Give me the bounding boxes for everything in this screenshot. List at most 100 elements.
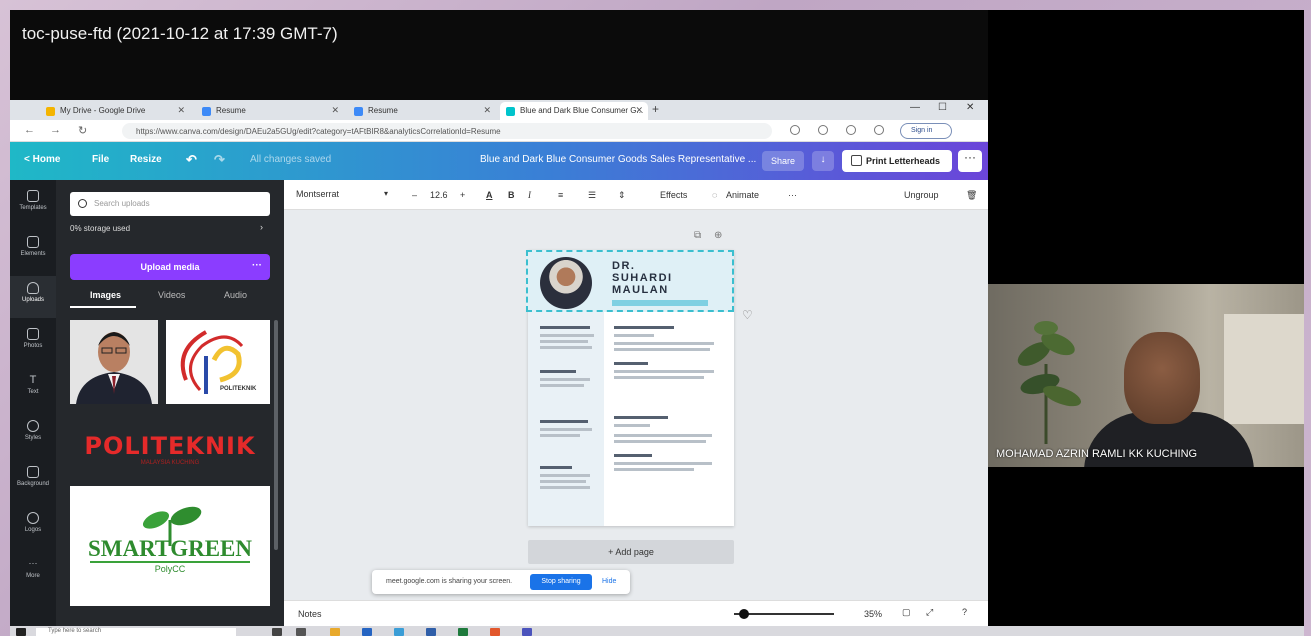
folder-icon[interactable]	[330, 628, 340, 636]
resume-page[interactable]: DR. SUHARDI MAULAN	[526, 250, 734, 526]
taskbar-app-icon[interactable]	[296, 628, 306, 636]
taskbar-app-icon[interactable]	[362, 628, 372, 636]
file-menu[interactable]: File	[92, 154, 109, 165]
windows-start-icon[interactable]	[16, 628, 26, 636]
spacing-icon[interactable]: ⇕	[618, 190, 626, 201]
upload-thumb-portrait[interactable]	[70, 320, 158, 404]
notes-button[interactable]: Notes	[298, 609, 322, 619]
upload-more-icon[interactable]: ···	[252, 260, 262, 271]
tab-close-icon[interactable]: ✕	[635, 105, 643, 116]
participant-video[interactable]: MOHAMAD AZRIN RAMLI KK KUCHING	[988, 284, 1304, 467]
taskbar-app-icon[interactable]	[272, 628, 282, 636]
reload-button[interactable]: ↻	[78, 124, 87, 137]
tab-close-icon[interactable]: ✕	[331, 105, 339, 116]
add-page-icon[interactable]: ⊕	[714, 230, 722, 241]
document-title[interactable]: Blue and Dark Blue Consumer Goods Sales …	[480, 154, 756, 165]
chrome-icon[interactable]	[490, 628, 500, 636]
maximize-button[interactable]: ☐	[938, 102, 947, 113]
align-icon[interactable]: ≡	[558, 190, 563, 200]
teams-icon[interactable]	[522, 628, 532, 636]
print-button[interactable]: Print Letterheads	[842, 150, 952, 172]
resume-heading	[614, 416, 668, 419]
upload-thumb-politeknik[interactable]: POLITEKNIK MALAYSIA KUCHING	[70, 426, 270, 472]
rail-uploads[interactable]: Uploads	[10, 276, 56, 318]
effects-button[interactable]: Effects	[660, 190, 687, 200]
rail-text[interactable]: T Text	[10, 374, 56, 395]
trash-icon[interactable]: 🗑	[966, 190, 977, 201]
rail-background[interactable]: Background	[10, 466, 56, 487]
redo-icon[interactable]: ↷	[214, 152, 225, 168]
font-size-decrease[interactable]: –	[412, 190, 417, 200]
more-options-button[interactable]: ···	[958, 150, 982, 172]
new-tab-button[interactable]: +	[652, 102, 659, 116]
font-select[interactable]: Montserrat ▾	[296, 186, 396, 204]
stop-sharing-button[interactable]: Stop sharing	[530, 574, 592, 590]
uploads-panel: Search uploads 0% storage used › Upload …	[56, 180, 284, 626]
download-button[interactable]: ↓	[812, 151, 834, 171]
panel-scrollbar[interactable]	[274, 320, 278, 550]
grid-view-icon[interactable]: ▢	[902, 607, 911, 618]
zoom-level[interactable]: 35%	[864, 609, 882, 619]
canva-icon	[202, 107, 211, 116]
canvas-statusbar: Notes 35% ▢ ⤢ ?	[284, 600, 988, 626]
download-icon[interactable]	[874, 125, 884, 135]
home-button[interactable]: < Home	[24, 154, 60, 165]
upload-thumb-logo[interactable]: POLITEKNIK	[166, 320, 270, 404]
tab-close-icon[interactable]: ✕	[483, 105, 491, 116]
font-size-increase[interactable]: +	[460, 190, 465, 200]
extension-icon[interactable]	[846, 125, 856, 135]
add-page-button[interactable]: + Add page	[528, 540, 734, 564]
minimize-button[interactable]: —	[910, 102, 920, 113]
animate-icon[interactable]: ◌	[712, 190, 717, 200]
undo-icon[interactable]: ↶	[186, 152, 197, 168]
search-input[interactable]: Search uploads	[70, 192, 270, 216]
share-button[interactable]: Share	[762, 151, 804, 171]
tab-close-icon[interactable]: ✕	[177, 105, 185, 116]
selected-header-group[interactable]: DR. SUHARDI MAULAN	[526, 250, 734, 312]
tab-audio[interactable]: Audio	[224, 290, 247, 300]
rail-elements[interactable]: Elements	[10, 236, 56, 257]
upload-media-button[interactable]: Upload media ···	[70, 254, 270, 280]
forward-button[interactable]: →	[50, 124, 61, 136]
fullscreen-icon[interactable]: ⤢	[926, 607, 933, 618]
browser-tab[interactable]: Resume ✕	[196, 102, 344, 120]
help-icon[interactable]: ?	[962, 607, 967, 617]
close-window-button[interactable]: ✕	[966, 102, 974, 113]
resume-role-bar	[612, 300, 708, 306]
bold-button[interactable]: B	[508, 190, 515, 200]
word-icon[interactable]	[426, 628, 436, 636]
more-toolbar-button[interactable]: ···	[788, 190, 797, 200]
upload-thumb-smartgreen[interactable]: SMARTGREEN PolyCC	[70, 486, 270, 606]
browser-tab[interactable]: My Drive - Google Drive ✕	[40, 102, 190, 120]
rail-photos[interactable]: Photos	[10, 328, 56, 349]
back-button[interactable]: ←	[24, 124, 35, 136]
tab-videos[interactable]: Videos	[158, 290, 185, 300]
extension-icon[interactable]	[818, 125, 828, 135]
url-field[interactable]: https://www.canva.com/design/DAEu2a5GUg/…	[122, 123, 772, 139]
rail-templates[interactable]: Templates	[10, 190, 56, 211]
rail-styles[interactable]: Styles	[10, 420, 56, 441]
hide-toast-link[interactable]: Hide	[602, 578, 616, 585]
text-color-icon[interactable]: A	[486, 190, 493, 200]
comment-icon[interactable]: ♡	[742, 308, 753, 322]
browser-tab[interactable]: Resume ✕	[348, 102, 496, 120]
taskbar-search[interactable]: Type here to search	[36, 628, 236, 636]
tab-images[interactable]: Images	[90, 290, 121, 300]
chevron-right-icon[interactable]: ›	[260, 222, 263, 232]
profile-button[interactable]: Sign in	[900, 123, 952, 139]
rail-more[interactable]: ··· More	[10, 558, 56, 579]
excel-icon[interactable]	[458, 628, 468, 636]
list-icon[interactable]: ☰	[588, 190, 596, 201]
ungroup-button[interactable]: Ungroup	[904, 190, 939, 200]
zoom-knob[interactable]	[738, 609, 749, 619]
rail-logos[interactable]: Logos	[10, 512, 56, 533]
copy-page-icon[interactable]: ⧉	[694, 230, 701, 241]
extension-icon[interactable]	[790, 125, 800, 135]
browser-tab-active[interactable]: Blue and Dark Blue Consumer G... ✕	[500, 102, 648, 120]
resize-button[interactable]: Resize	[130, 154, 162, 165]
zoom-slider[interactable]	[734, 609, 834, 619]
font-size-field[interactable]: 12.6	[430, 190, 448, 200]
italic-button[interactable]: I	[528, 190, 531, 200]
edge-icon[interactable]	[394, 628, 404, 636]
animate-button[interactable]: Animate	[726, 190, 759, 200]
